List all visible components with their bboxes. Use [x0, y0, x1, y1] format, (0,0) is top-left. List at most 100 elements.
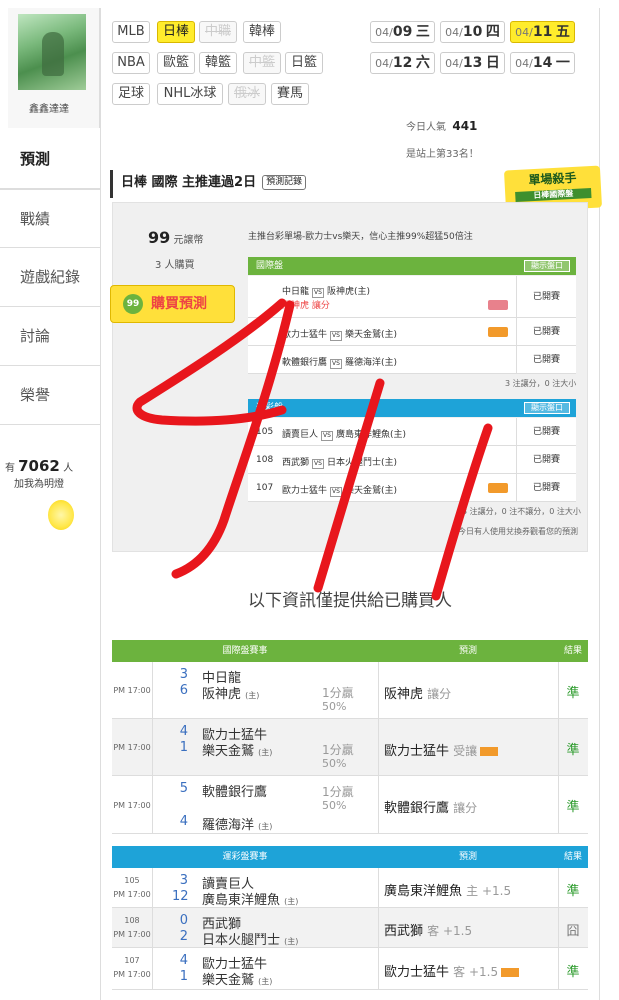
- home-team: 樂天金鷲(主): [344, 486, 397, 496]
- date-0412[interactable]: 04/12 六: [370, 52, 435, 74]
- lottery-summary: 3 注讓分，0 注不讓分，0 注大小: [462, 507, 581, 516]
- result: 準: [566, 686, 580, 701]
- coin-icon: 99: [123, 294, 143, 314]
- home-team: 日本火腿鬥士(主): [326, 458, 397, 468]
- date-day: 12: [392, 55, 413, 71]
- game-number: 105: [256, 427, 274, 437]
- handicap-pct: 50%: [322, 757, 347, 770]
- pick-team: 軟體銀行鷹: [384, 801, 450, 816]
- table-row: PM 17:00 3 中日龍 6 阪神虎 (主) 1分贏 50% 阪神虎 讓分 …: [112, 662, 588, 719]
- pick-team: 西武獅: [384, 924, 424, 939]
- date-0414[interactable]: 04/14 一: [510, 52, 575, 74]
- sidebar-item-discussion[interactable]: 討論: [0, 307, 100, 366]
- buyers-only-notice: 以下資訊僅提供給已購買人: [248, 591, 452, 611]
- pick-team: 廣島東洋鯉魚: [384, 884, 463, 899]
- game-number: 105: [124, 876, 140, 885]
- date-0410[interactable]: 04/10 四: [440, 21, 505, 43]
- result: 囧: [566, 924, 580, 939]
- fans-count: 有 7062 人 加我為明燈: [4, 457, 74, 490]
- col-header-games: 運彩盤賽事: [222, 852, 268, 862]
- sport-chip-nhl[interactable]: NHL冰球: [157, 83, 223, 105]
- game-time: PM 17:00: [113, 970, 151, 979]
- lightbulb-icon[interactable]: [48, 500, 74, 530]
- away-team: 歐力士猛牛: [282, 486, 328, 496]
- handicap-line: 1分贏: [322, 686, 354, 700]
- game-time: PM 17:00: [113, 890, 151, 899]
- date-month: 04/: [515, 26, 533, 39]
- away-team: 西武獅: [282, 458, 310, 468]
- pick-text: 阪神虎 讓分: [282, 301, 330, 311]
- sport-chip-euro-basketball[interactable]: 歐籃: [157, 52, 195, 74]
- home-team: 阪神虎(主): [326, 287, 370, 297]
- sport-chip-khl: 俄冰: [228, 83, 266, 105]
- popularity-label: 今日人氣: [406, 122, 446, 133]
- sport-chip-soccer[interactable]: 足球: [112, 83, 150, 105]
- intl-table-header: 國際盤賽事 預測 結果: [112, 640, 588, 662]
- away-team: 歐力士猛牛: [282, 330, 328, 340]
- date-weekday: 六: [415, 55, 430, 71]
- date-weekday: 日: [485, 55, 500, 71]
- sport-chip-china-basketball: 中籃: [243, 52, 281, 74]
- table-row: PM 17:00 5 軟體銀行鷹 4 羅德海洋 (主) 1分贏 50% 軟體銀行…: [112, 776, 588, 834]
- matchup: 軟體銀行鷹 VS 羅德海洋(主): [282, 355, 397, 369]
- price-unit: 元譲幣: [173, 235, 204, 246]
- away-team: 軟體銀行鷹: [282, 358, 328, 368]
- fans-prefix: 有: [4, 463, 15, 474]
- home-score: 1: [179, 740, 188, 755]
- group-title: 運彩盤: [256, 403, 284, 413]
- date-weekday: 三: [415, 24, 430, 40]
- avatar[interactable]: [18, 14, 86, 90]
- sidebar: 鑫鑫達達 預測 戰績 遊戲紀錄 討論 榮譽 有 7062 人 加我為明燈: [0, 0, 100, 1000]
- sidebar-item-predictions[interactable]: 預測: [0, 130, 100, 189]
- col-header-result: 結果: [563, 646, 582, 656]
- pick-type: 主 +1.5: [466, 884, 512, 898]
- away-score: 4: [179, 724, 188, 739]
- home-score: 12: [172, 889, 189, 904]
- sidebar-item-game-log[interactable]: 遊戲紀錄: [0, 248, 100, 307]
- follow-link[interactable]: 加我為明燈: [14, 479, 64, 490]
- sport-chip-npb[interactable]: 日棒: [157, 21, 195, 43]
- away-team: 中日龍: [282, 287, 310, 297]
- result: 已開賽: [516, 318, 576, 346]
- away-score: 3: [179, 873, 188, 888]
- vs-icon: VS: [330, 331, 342, 341]
- away-score: 5: [179, 781, 188, 796]
- away-score: 3: [179, 667, 188, 682]
- home-marker: (主): [284, 937, 299, 946]
- sport-chip-korea-basketball[interactable]: 韓籃: [199, 52, 237, 74]
- date-0411[interactable]: 04/11 五: [510, 21, 575, 43]
- show-odds-button[interactable]: 顯示盤口: [524, 402, 570, 414]
- home-score: 6: [179, 683, 188, 698]
- away-score: 0: [179, 913, 188, 928]
- home-team: 樂天金鷲(主): [344, 330, 397, 340]
- home-team: 阪神虎: [202, 687, 242, 702]
- price-value: 99: [148, 228, 171, 247]
- sport-chip-mlb[interactable]: MLB: [112, 21, 150, 43]
- sport-chip-horse-racing[interactable]: 賽馬: [271, 83, 309, 105]
- buy-prediction-button[interactable]: 99 購買預測: [110, 285, 235, 323]
- record-button[interactable]: 預測記錄: [262, 175, 307, 190]
- home-marker: (主): [245, 691, 260, 700]
- sport-chip-nba[interactable]: NBA: [112, 52, 150, 74]
- matchup: 讀賣巨人 VS 廣島東洋鯉魚(主): [282, 427, 406, 441]
- pick-type: 受讓: [453, 744, 478, 758]
- game-number: 107: [256, 483, 274, 493]
- show-odds-button[interactable]: 顯示盤口: [524, 260, 570, 272]
- username[interactable]: 鑫鑫達達: [8, 100, 90, 115]
- badge-subtitle: 日棒國際盤: [515, 188, 592, 202]
- tag-icon: [501, 968, 520, 977]
- table-row: 107 PM 17:00 4 歐力士猛牛 1 樂天金鷲 (主) 歐力士猛牛 客 …: [112, 948, 588, 990]
- sport-chip-kbo[interactable]: 韓棒: [243, 21, 281, 43]
- date-0409[interactable]: 04/09 三: [370, 21, 435, 43]
- pick-team: 歐力士猛牛: [384, 965, 450, 980]
- date-month: 04/: [375, 26, 393, 39]
- sport-chip-japan-basketball[interactable]: 日籃: [285, 52, 323, 74]
- sidebar-item-record[interactable]: 戰績: [0, 189, 100, 248]
- handicap-line: 1分贏: [322, 743, 354, 757]
- result: 已開賽: [516, 346, 576, 374]
- sidebar-item-honor[interactable]: 榮譽: [0, 366, 100, 425]
- tag-icon: [488, 483, 508, 493]
- date-0413[interactable]: 04/13 日: [440, 52, 505, 74]
- lottery-group-row: 108 西武獅 VS 日本火腿鬥士(主) 已開賽: [248, 446, 576, 474]
- home-score: 2: [179, 929, 188, 944]
